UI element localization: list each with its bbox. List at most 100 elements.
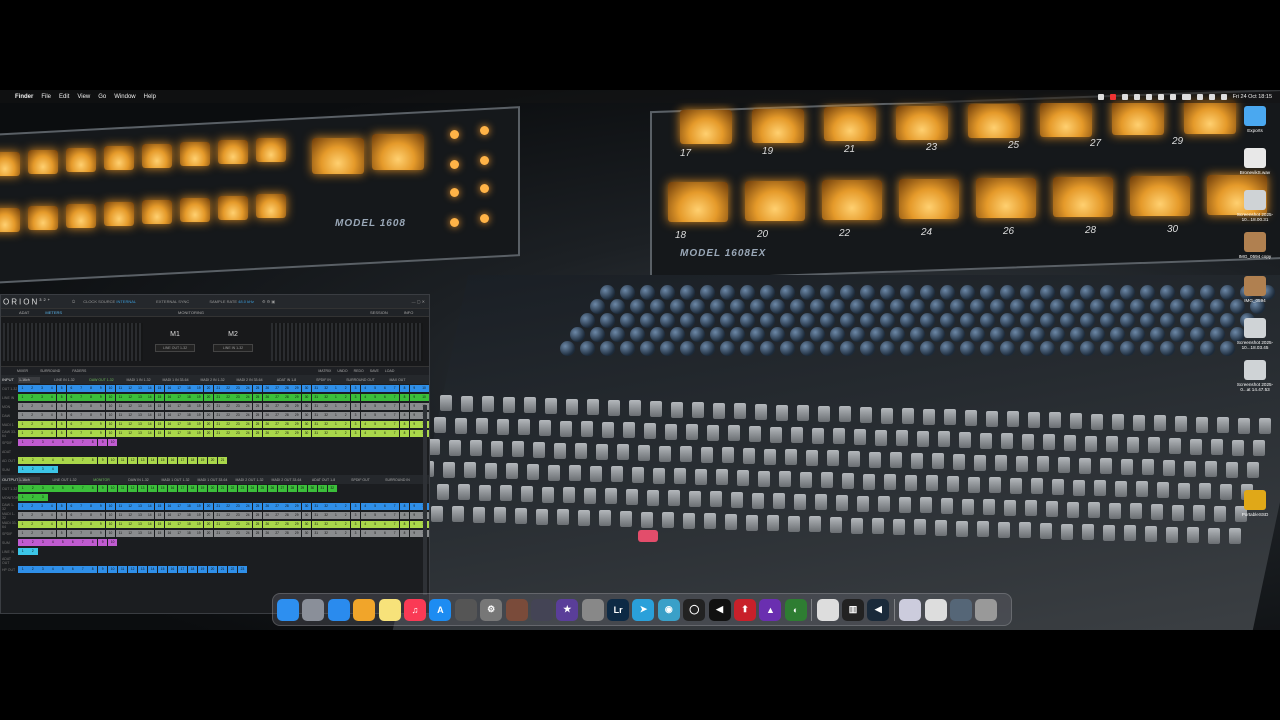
app-icon[interactable]: ⬆ (734, 598, 757, 621)
matrix-cell[interactable]: 31 (317, 485, 328, 492)
matrix-cell[interactable]: 7 (76, 512, 86, 519)
matrix-cell[interactable]: 15 (154, 385, 165, 392)
matrix-cell[interactable]: 10 (107, 457, 118, 464)
matrix-cell[interactable]: 9 (96, 430, 106, 437)
matrix-cell[interactable]: 4 (47, 457, 58, 464)
matrix-cell[interactable]: 19 (194, 530, 204, 537)
matrix-cell[interactable]: 2 (340, 412, 351, 419)
matrix-cell[interactable]: 28 (282, 430, 292, 437)
matrix-cell[interactable]: 10 (107, 566, 118, 573)
matrix-cell[interactable]: 6 (380, 412, 390, 419)
matrix-cell[interactable]: 27 (272, 512, 282, 519)
trash-icon[interactable] (975, 598, 998, 621)
matrix-cell[interactable]: 4 (47, 521, 57, 528)
matrix-cell[interactable]: 5 (57, 457, 68, 464)
matrix-cell[interactable]: 31 (311, 403, 321, 410)
power-icon[interactable]: ⏻ (72, 299, 75, 304)
matrix-cell[interactable]: 13 (135, 512, 145, 519)
matrix-cell[interactable]: 3 (350, 412, 361, 419)
matrix-cell[interactable]: 17 (174, 403, 184, 410)
matrix-cell[interactable]: 5 (370, 530, 380, 537)
matrix-cell[interactable]: 9 (409, 412, 419, 419)
matrix-cell[interactable]: 25 (252, 430, 263, 437)
app-icon[interactable] (816, 598, 839, 621)
matrix-cell[interactable]: 9 (96, 512, 106, 519)
matrix-cell[interactable]: 7 (389, 512, 400, 519)
matrix-cell[interactable]: 23 (233, 394, 243, 401)
matrix-cell[interactable]: 27 (272, 421, 282, 428)
matrix-cell[interactable]: 1 (18, 439, 28, 446)
matrix-cell[interactable]: 9 (96, 521, 106, 528)
matrix-cell[interactable]: 7 (389, 403, 400, 410)
app-icon[interactable]: ▲ (759, 598, 782, 621)
matrix-cell[interactable]: 8 (399, 421, 410, 428)
status-icon[interactable] (1145, 93, 1152, 100)
matrix-cell[interactable]: 28 (282, 412, 292, 419)
matrix-column-header[interactable]: DAW IN 1-32 (120, 478, 157, 482)
matrix-cell[interactable]: 8 (399, 430, 410, 437)
subtab-matrix[interactable]: MATRIX (318, 369, 331, 373)
subtab-faders[interactable]: FADERS (72, 369, 86, 373)
matrix-cell[interactable]: 32 (321, 385, 331, 392)
matrix-column-header[interactable]: MADI 2 OUT 1-32 (231, 478, 268, 482)
safari-icon[interactable] (327, 598, 350, 621)
matrix-cell[interactable]: 24 (243, 412, 253, 419)
matrix-cell[interactable]: 29 (292, 503, 302, 510)
matrix-cell[interactable]: 29 (292, 521, 302, 528)
matrix-cell[interactable]: 15 (154, 521, 165, 528)
matrix-cell[interactable]: 4 (47, 430, 57, 437)
matrix-cell[interactable]: 18 (187, 485, 198, 492)
matrix-cell[interactable]: 22 (223, 385, 233, 392)
matrix-cell[interactable]: 6 (67, 485, 78, 492)
matrix-cell[interactable]: 3 (37, 530, 47, 537)
matrix-cell[interactable]: 7 (389, 430, 400, 437)
matrix-cell[interactable]: 22 (227, 485, 238, 492)
matrix-cell[interactable]: 7 (76, 430, 86, 437)
matrix-cell[interactable]: 12 (125, 421, 135, 428)
matrix-cell[interactable]: 20 (207, 566, 218, 573)
matrix-cell[interactable]: 4 (47, 539, 58, 546)
matrix-cell[interactable]: 22 (223, 412, 233, 419)
matrix-cell[interactable]: 22 (223, 512, 233, 519)
matrix-cell[interactable]: 11 (115, 394, 126, 401)
matrix-cell[interactable]: 3 (37, 494, 48, 501)
matrix-cell[interactable]: 21 (213, 412, 224, 419)
matrix-cell[interactable]: 10 (105, 530, 116, 537)
desktop-icon[interactable]: IMG_0594 copy (1232, 232, 1278, 259)
menu-edit[interactable]: Edit (59, 94, 69, 100)
matrix-column-header[interactable]: DAW OUT 1-32 (83, 378, 120, 382)
notes-icon[interactable] (378, 598, 401, 621)
matrix-cell[interactable]: 5 (370, 503, 380, 510)
matrix-cell[interactable]: 2 (27, 530, 37, 537)
matrix-cell[interactable]: 6 (66, 394, 77, 401)
matrix-cell[interactable]: 17 (174, 394, 184, 401)
matrix-cell[interactable]: 21 (213, 421, 224, 428)
matrix-cell[interactable]: 12 (125, 412, 135, 419)
matrix-cell[interactable]: 6 (380, 521, 390, 528)
matrix-cell[interactable]: 9 (96, 530, 106, 537)
keyboard-layout-icon[interactable] (1133, 93, 1140, 100)
matrix-cell[interactable]: 2 (27, 521, 37, 528)
matrix-cell[interactable]: 16 (167, 457, 178, 464)
matrix-cell[interactable]: 28 (282, 512, 292, 519)
matrix-cell[interactable]: 25 (252, 412, 263, 419)
matrix-cell[interactable]: 5 (57, 485, 68, 492)
matrix-cell[interactable]: 18 (187, 566, 198, 573)
matrix-cell[interactable]: 8 (87, 439, 98, 446)
matrix-cell[interactable]: 2 (27, 512, 37, 519)
tab-info[interactable]: INFO (404, 310, 414, 315)
matrix-cell[interactable]: 31 (311, 503, 321, 510)
matrix-cell[interactable]: 7 (389, 503, 400, 510)
matrix-cell[interactable]: 22 (223, 394, 233, 401)
app-icon[interactable] (530, 598, 553, 621)
matrix-cell[interactable]: 6 (67, 457, 78, 464)
matrix-cell[interactable]: 28 (287, 485, 298, 492)
matrix-cell[interactable]: 10 (107, 485, 118, 492)
desktop-icon[interactable]: Screenshot 2025-10...18.03.45 (1232, 318, 1278, 350)
matrix-cell[interactable]: 26 (262, 530, 273, 537)
matrix-column-header[interactable]: MADI 1 IN 1-32 (120, 378, 157, 382)
matrix-cell[interactable]: 9 (97, 439, 108, 446)
matrix-cell[interactable]: 5 (370, 385, 380, 392)
matrix-cell[interactable]: 14 (145, 421, 155, 428)
matrix-cell[interactable]: 7 (389, 394, 400, 401)
